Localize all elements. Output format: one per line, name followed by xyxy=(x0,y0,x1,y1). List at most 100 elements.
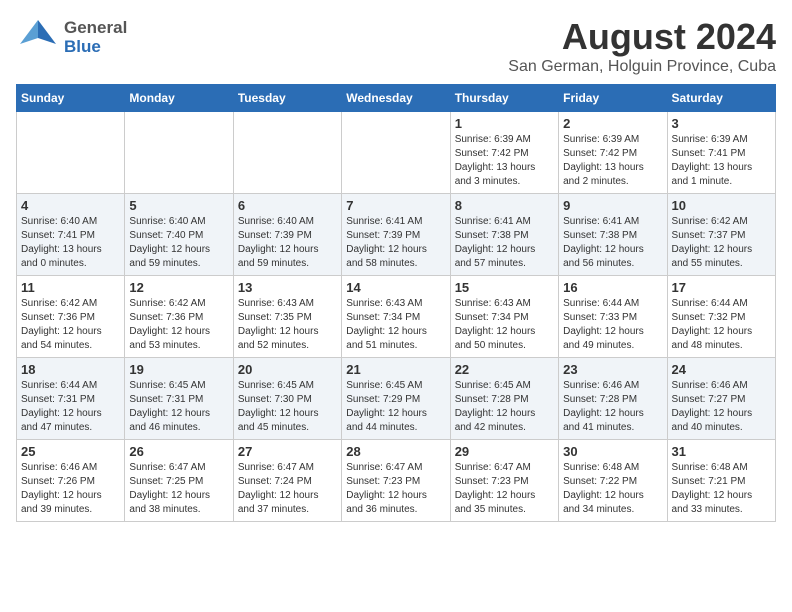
calendar-cell xyxy=(125,112,233,194)
calendar-cell: 11 Sunrise: 6:42 AM Sunset: 7:36 PM Dayli… xyxy=(17,276,125,358)
logo-text: General Blue xyxy=(64,19,127,56)
calendar-cell: 25 Sunrise: 6:46 AM Sunset: 7:26 PM Dayli… xyxy=(17,440,125,522)
day-info: Sunrise: 6:45 AM Sunset: 7:28 PM Dayligh… xyxy=(455,379,554,435)
day-number: 12 xyxy=(129,280,228,295)
day-number: 9 xyxy=(563,198,662,213)
day-number: 16 xyxy=(563,280,662,295)
day-info: Sunrise: 6:41 AM Sunset: 7:38 PM Dayligh… xyxy=(455,215,554,271)
main-title: August 2024 xyxy=(508,16,776,58)
calendar-cell: 2 Sunrise: 6:39 AM Sunset: 7:42 PM Daylig… xyxy=(559,112,667,194)
day-number: 30 xyxy=(563,444,662,459)
calendar-cell xyxy=(342,112,450,194)
day-info: Sunrise: 6:40 AM Sunset: 7:39 PM Dayligh… xyxy=(238,215,337,271)
header-wednesday: Wednesday xyxy=(342,85,450,112)
calendar-cell: 18 Sunrise: 6:44 AM Sunset: 7:31 PM Dayli… xyxy=(17,358,125,440)
calendar-cell: 14 Sunrise: 6:43 AM Sunset: 7:34 PM Dayli… xyxy=(342,276,450,358)
day-number: 27 xyxy=(238,444,337,459)
day-number: 18 xyxy=(21,362,120,377)
calendar-cell xyxy=(233,112,341,194)
logo: General Blue xyxy=(16,16,127,60)
calendar-cell: 19Sunrise: 6:45 AM Sunset: 7:31 PM Dayli… xyxy=(125,358,233,440)
calendar-cell: 10 Sunrise: 6:42 AM Sunset: 7:37 PM Dayli… xyxy=(667,194,775,276)
header-tuesday: Tuesday xyxy=(233,85,341,112)
day-number: 25 xyxy=(21,444,120,459)
day-info: Sunrise: 6:43 AM Sunset: 7:34 PM Dayligh… xyxy=(455,297,554,353)
header-monday: Monday xyxy=(125,85,233,112)
day-info: Sunrise: 6:48 AM Sunset: 7:22 PM Dayligh… xyxy=(563,461,662,517)
day-number: 8 xyxy=(455,198,554,213)
calendar-cell: 20Sunrise: 6:45 AM Sunset: 7:30 PM Dayli… xyxy=(233,358,341,440)
calendar-cell xyxy=(17,112,125,194)
title-section: August 2024 San German, Holguin Province… xyxy=(508,16,776,76)
calendar-cell: 8 Sunrise: 6:41 AM Sunset: 7:38 PM Daylig… xyxy=(450,194,558,276)
logo-general: General xyxy=(64,19,127,38)
day-number: 26 xyxy=(129,444,228,459)
day-number: 10 xyxy=(672,198,771,213)
day-info: Sunrise: 6:44 AM Sunset: 7:33 PM Dayligh… xyxy=(563,297,662,353)
calendar-cell: 26 Sunrise: 6:47 AM Sunset: 7:25 PM Dayli… xyxy=(125,440,233,522)
day-info: Sunrise: 6:42 AM Sunset: 7:37 PM Dayligh… xyxy=(672,215,771,271)
header-saturday: Saturday xyxy=(667,85,775,112)
calendar-cell: 6 Sunrise: 6:40 AM Sunset: 7:39 PM Daylig… xyxy=(233,194,341,276)
calendar-cell: 9 Sunrise: 6:41 AM Sunset: 7:38 PM Daylig… xyxy=(559,194,667,276)
day-number: 6 xyxy=(238,198,337,213)
calendar-cell: 7Sunrise: 6:41 AM Sunset: 7:39 PM Daylig… xyxy=(342,194,450,276)
day-number: 31 xyxy=(672,444,771,459)
week-row-2: 4Sunrise: 6:40 AM Sunset: 7:41 PM Daylig… xyxy=(17,194,776,276)
calendar-cell: 1 Sunrise: 6:39 AM Sunset: 7:42 PM Daylig… xyxy=(450,112,558,194)
calendar-cell: 29Sunrise: 6:47 AM Sunset: 7:23 PM Dayli… xyxy=(450,440,558,522)
day-info: Sunrise: 6:43 AM Sunset: 7:35 PM Dayligh… xyxy=(238,297,337,353)
calendar-header-row: SundayMondayTuesdayWednesdayThursdayFrid… xyxy=(17,85,776,112)
day-number: 17 xyxy=(672,280,771,295)
day-info: Sunrise: 6:44 AM Sunset: 7:31 PM Dayligh… xyxy=(21,379,120,435)
day-info: Sunrise: 6:40 AM Sunset: 7:41 PM Dayligh… xyxy=(21,215,120,271)
day-number: 28 xyxy=(346,444,445,459)
calendar-cell: 21Sunrise: 6:45 AM Sunset: 7:29 PM Dayli… xyxy=(342,358,450,440)
day-info: Sunrise: 6:41 AM Sunset: 7:38 PM Dayligh… xyxy=(563,215,662,271)
day-info: Sunrise: 6:40 AM Sunset: 7:40 PM Dayligh… xyxy=(129,215,228,271)
day-info: Sunrise: 6:43 AM Sunset: 7:34 PM Dayligh… xyxy=(346,297,445,353)
day-number: 13 xyxy=(238,280,337,295)
calendar-cell: 27 Sunrise: 6:47 AM Sunset: 7:24 PM Dayli… xyxy=(233,440,341,522)
day-number: 23 xyxy=(563,362,662,377)
calendar-cell: 3Sunrise: 6:39 AM Sunset: 7:41 PM Daylig… xyxy=(667,112,775,194)
day-info: Sunrise: 6:46 AM Sunset: 7:26 PM Dayligh… xyxy=(21,461,120,517)
calendar-cell: 23Sunrise: 6:46 AM Sunset: 7:28 PM Dayli… xyxy=(559,358,667,440)
day-number: 15 xyxy=(455,280,554,295)
calendar-cell: 13 Sunrise: 6:43 AM Sunset: 7:35 PM Dayli… xyxy=(233,276,341,358)
day-info: Sunrise: 6:47 AM Sunset: 7:25 PM Dayligh… xyxy=(129,461,228,517)
calendar-cell: 16 Sunrise: 6:44 AM Sunset: 7:33 PM Dayli… xyxy=(559,276,667,358)
week-row-1: 1 Sunrise: 6:39 AM Sunset: 7:42 PM Daylig… xyxy=(17,112,776,194)
day-number: 1 xyxy=(455,116,554,131)
day-info: Sunrise: 6:44 AM Sunset: 7:32 PM Dayligh… xyxy=(672,297,771,353)
day-info: Sunrise: 6:47 AM Sunset: 7:24 PM Dayligh… xyxy=(238,461,337,517)
day-number: 2 xyxy=(563,116,662,131)
day-info: Sunrise: 6:39 AM Sunset: 7:42 PM Dayligh… xyxy=(563,133,662,189)
calendar-cell: 31 Sunrise: 6:48 AM Sunset: 7:21 PM Dayli… xyxy=(667,440,775,522)
day-number: 19 xyxy=(129,362,228,377)
day-number: 3 xyxy=(672,116,771,131)
week-row-3: 11 Sunrise: 6:42 AM Sunset: 7:36 PM Dayli… xyxy=(17,276,776,358)
day-info: Sunrise: 6:46 AM Sunset: 7:27 PM Dayligh… xyxy=(672,379,771,435)
day-info: Sunrise: 6:48 AM Sunset: 7:21 PM Dayligh… xyxy=(672,461,771,517)
day-info: Sunrise: 6:39 AM Sunset: 7:42 PM Dayligh… xyxy=(455,133,554,189)
week-row-5: 25 Sunrise: 6:46 AM Sunset: 7:26 PM Dayli… xyxy=(17,440,776,522)
calendar-cell: 30 Sunrise: 6:48 AM Sunset: 7:22 PM Dayli… xyxy=(559,440,667,522)
day-number: 5 xyxy=(129,198,228,213)
day-number: 21 xyxy=(346,362,445,377)
calendar-cell: 4Sunrise: 6:40 AM Sunset: 7:41 PM Daylig… xyxy=(17,194,125,276)
calendar-table: SundayMondayTuesdayWednesdayThursdayFrid… xyxy=(16,84,776,522)
day-info: Sunrise: 6:42 AM Sunset: 7:36 PM Dayligh… xyxy=(21,297,120,353)
day-number: 29 xyxy=(455,444,554,459)
day-number: 24 xyxy=(672,362,771,377)
logo-blue: Blue xyxy=(64,38,127,57)
logo-icon xyxy=(16,16,60,60)
day-number: 14 xyxy=(346,280,445,295)
header-sunday: Sunday xyxy=(17,85,125,112)
day-info: Sunrise: 6:41 AM Sunset: 7:39 PM Dayligh… xyxy=(346,215,445,271)
day-number: 11 xyxy=(21,280,120,295)
calendar-cell: 24 Sunrise: 6:46 AM Sunset: 7:27 PM Dayli… xyxy=(667,358,775,440)
calendar-cell: 5 Sunrise: 6:40 AM Sunset: 7:40 PM Daylig… xyxy=(125,194,233,276)
calendar-cell: 12Sunrise: 6:42 AM Sunset: 7:36 PM Dayli… xyxy=(125,276,233,358)
calendar-cell: 22Sunrise: 6:45 AM Sunset: 7:28 PM Dayli… xyxy=(450,358,558,440)
